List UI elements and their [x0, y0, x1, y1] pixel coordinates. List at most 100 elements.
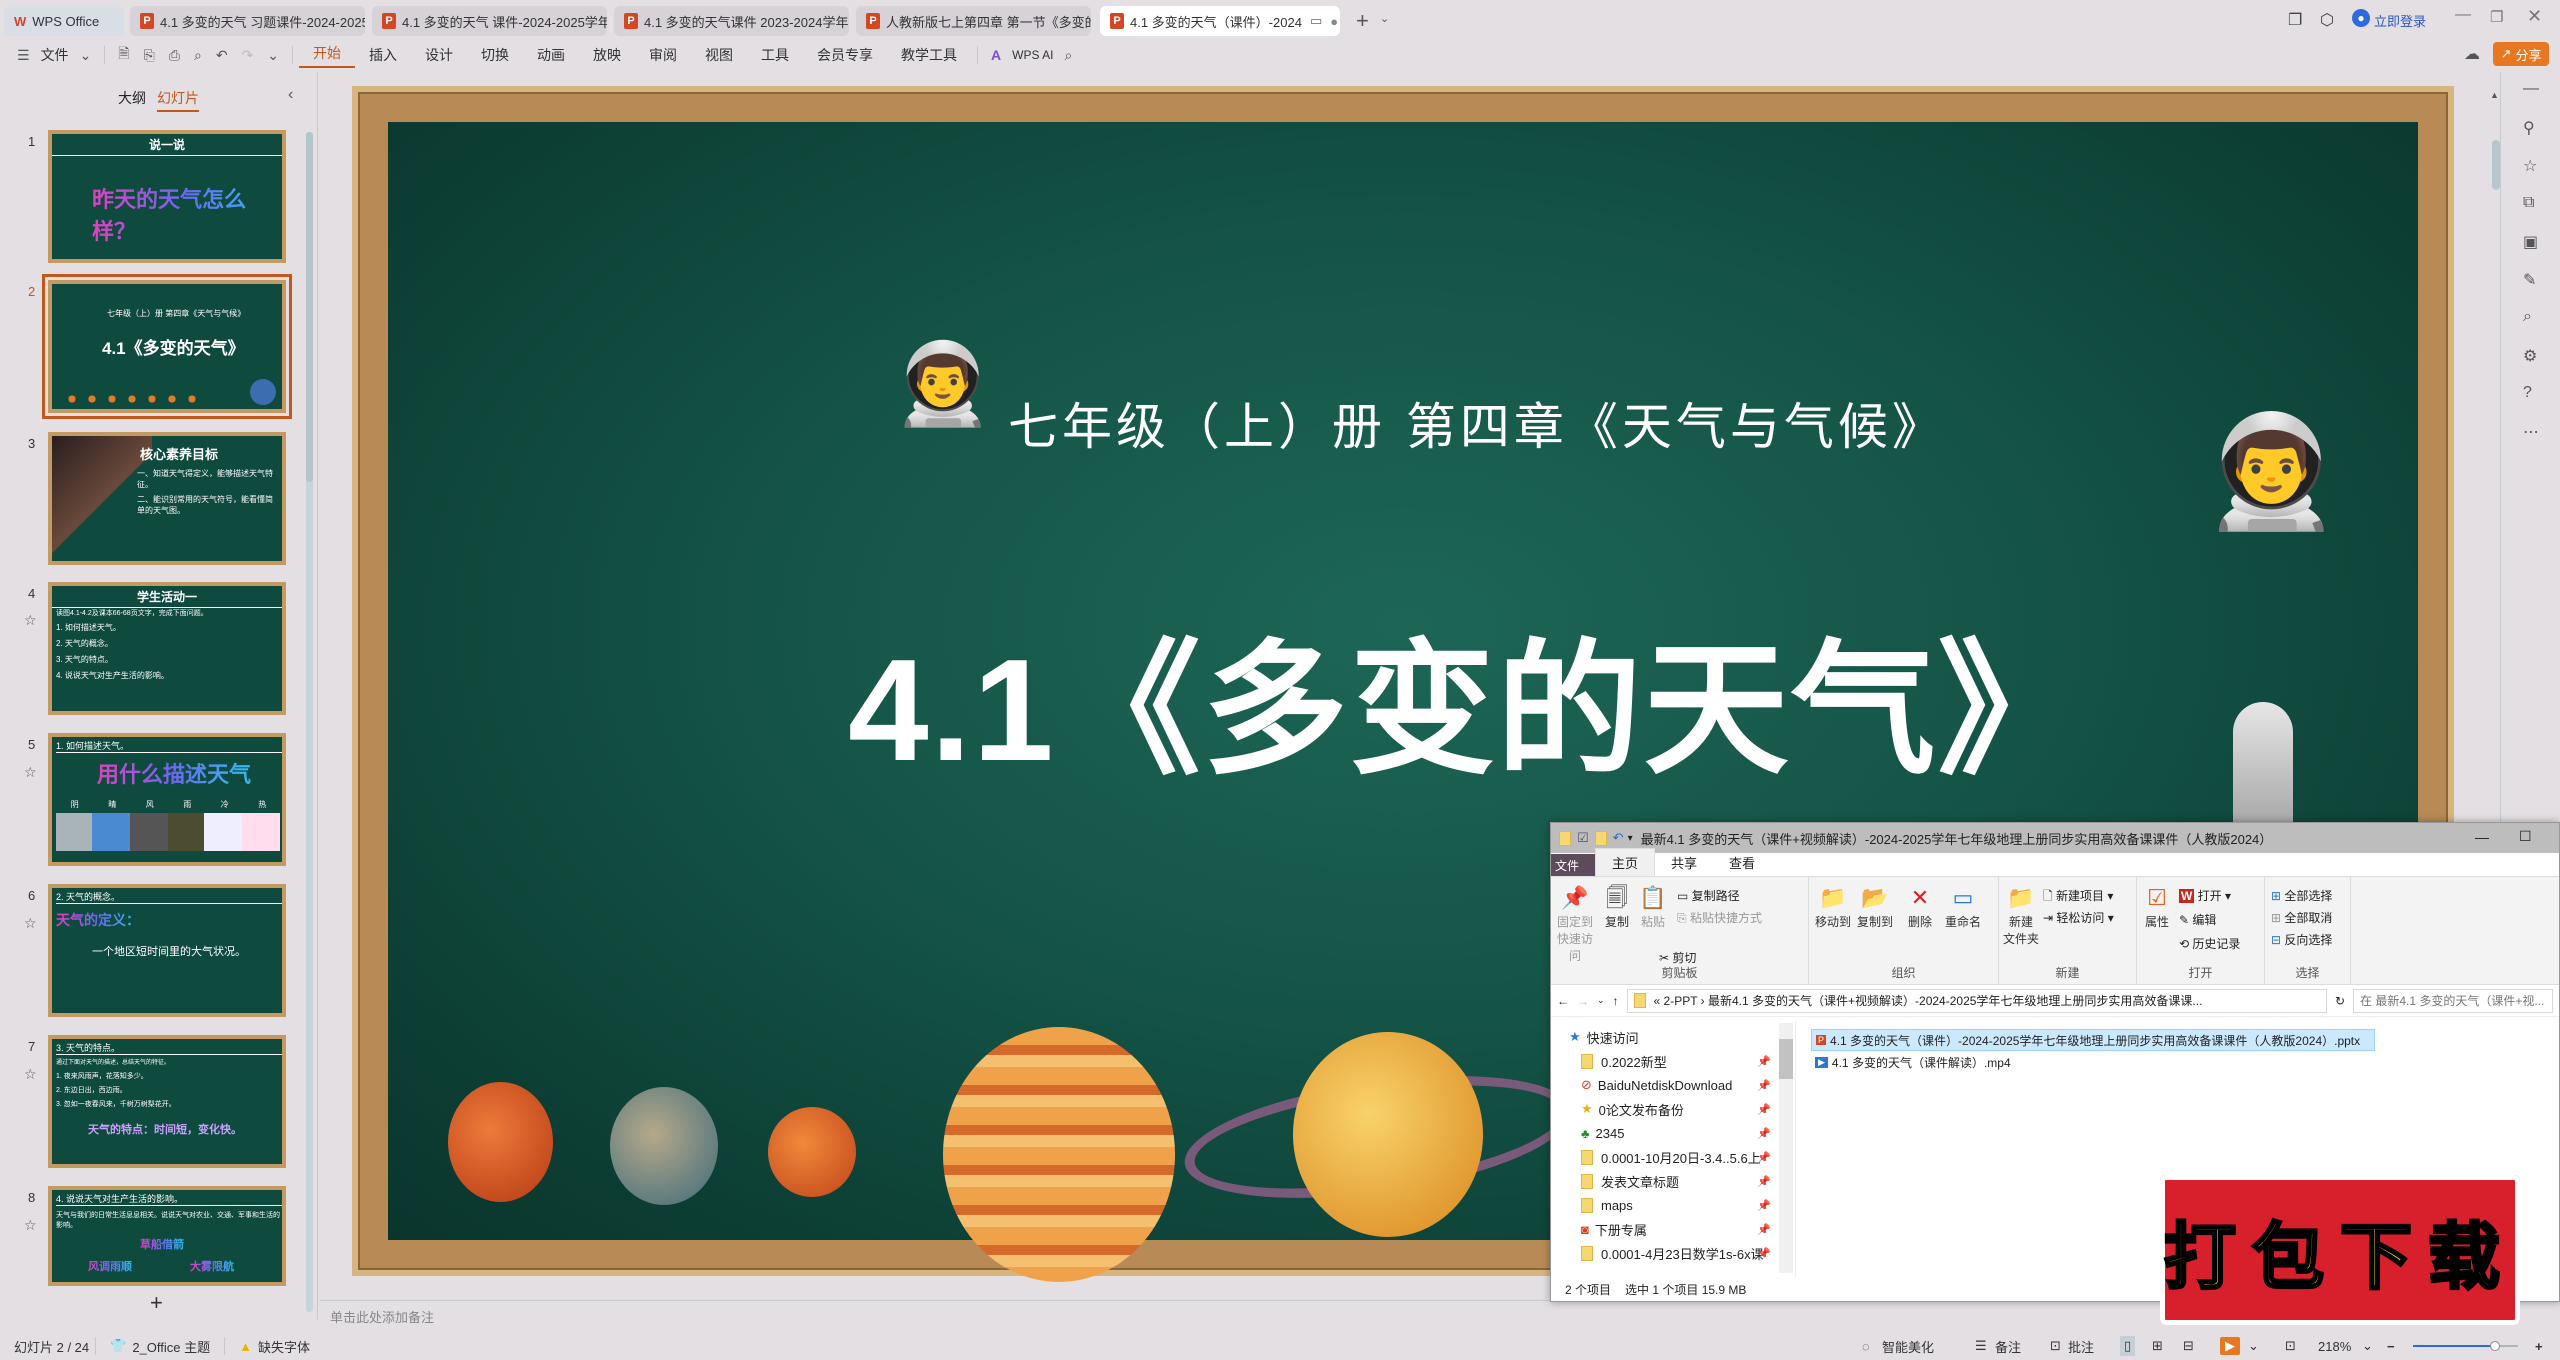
search-icon[interactable]: ⌕ [1057, 47, 1079, 64]
theme-icon[interactable]: ⚙ [2523, 346, 2537, 366]
ribbon-tab-home[interactable]: 开始 [299, 43, 356, 68]
ribbon-tab-review[interactable]: 审阅 [635, 45, 691, 65]
rename-button[interactable]: ▭ 重命名 [1941, 883, 1985, 930]
reading-view-icon[interactable]: ⊟ [2183, 1338, 2194, 1354]
open-button[interactable]: W 打开 ▾ [2179, 887, 2231, 904]
theme-name[interactable]: 2_Office 主题 [132, 1337, 210, 1356]
ribbon-tab-view[interactable]: 视图 [691, 45, 747, 65]
nav-item[interactable]: 0.0001-4月23日数学1s-6x课 📌 [1551, 1241, 1795, 1265]
forward-icon[interactable]: → [1577, 994, 1589, 1008]
copy-path-button[interactable]: ▭ 复制路径 [1677, 887, 1740, 904]
invert-selection-button[interactable]: ⊟ 反向选择 [2271, 931, 2332, 948]
ribbon-tab-transition[interactable]: 切换 [467, 45, 523, 65]
reading-icon[interactable]: ⌕ [2523, 308, 2532, 326]
missing-font-button[interactable]: 缺失字体 [258, 1337, 310, 1356]
search-input[interactable]: 在 最新4.1 多变的天气（课件+视... [2353, 988, 2553, 1013]
explorer-tab-home[interactable]: 主页 [1595, 848, 1656, 876]
export-icon[interactable]: ⎘ [137, 47, 162, 64]
nav-item[interactable]: ⊘ BaiduNetdiskDownload 📌 [1551, 1073, 1795, 1097]
user-avatar-icon[interactable]: ● [2352, 9, 2370, 27]
undo-icon[interactable]: ↶ [1613, 830, 1624, 846]
ribbon-tab-animation[interactable]: 动画 [523, 45, 579, 65]
print-icon[interactable]: ⎙ [162, 47, 187, 64]
download-package-banner[interactable]: 打包下载 [2160, 1175, 2520, 1325]
outline-tab[interactable]: 大纲 [118, 88, 146, 108]
chevron-down-icon[interactable]: ⌄ [73, 47, 99, 64]
nav-item[interactable]: 0.0001-10月20日-3.4..5.6上 📌 [1551, 1145, 1795, 1169]
paste-button[interactable]: 📋 粘贴 [1637, 883, 1669, 930]
help-icon[interactable]: ? [2523, 384, 2532, 402]
undo-icon[interactable]: ↶ [209, 47, 235, 64]
move-to-button[interactable]: 📁 移动到 [1813, 883, 1853, 930]
new-tab-icon[interactable]: + [1356, 8, 1369, 34]
zoom-chevron-icon[interactable]: ⌄ [2362, 1338, 2373, 1354]
slides-tab[interactable]: 幻灯片 [157, 88, 199, 112]
pin-quick-access-button[interactable]: 📌 固定到快速访问 [1555, 883, 1595, 964]
recent-icon[interactable]: ⌄ [1597, 995, 1605, 1006]
menu-icon[interactable]: ☰ [10, 47, 37, 64]
zoom-slider[interactable] [2413, 1341, 2518, 1351]
restore-icon[interactable]: ❐ [2490, 8, 2503, 26]
address-bar[interactable]: « 2-PPT › 最新4.1 多变的天气（课件+视频解读）-2024-2025… [1626, 988, 2327, 1013]
explorer-tab-share[interactable]: 共享 [1655, 849, 1713, 876]
nav-item[interactable]: ◙ 下册专属 📌 [1551, 1217, 1795, 1241]
ribbon-tab-teaching[interactable]: 教学工具 [887, 45, 971, 65]
properties-qa-icon[interactable]: ☑ [1577, 830, 1589, 846]
slide-thumbnail-2[interactable]: 七年级（上）册 第四章《天气与气候》 4.1《多变的天气》 [42, 274, 292, 419]
edit-button[interactable]: ✎ 编辑 [2179, 911, 2216, 928]
minimize-icon[interactable]: — [2455, 6, 2471, 24]
beautify-button[interactable]: 智能美化 [1882, 1337, 1934, 1356]
scroll-up-icon[interactable]: ▲ [2490, 90, 2499, 100]
comment-button[interactable]: 批注 [2068, 1337, 2094, 1356]
document-tab[interactable]: P 4.1 多变的天气课件 2023-2024学年 [614, 6, 849, 36]
new-folder-button[interactable]: 📁 新建 文件夹 [2003, 883, 2039, 947]
minimize-pane-icon[interactable]: — [2523, 80, 2539, 98]
notes-field[interactable]: 单击此处添加备注 [320, 1300, 2480, 1328]
nav-item[interactable]: maps 📌 [1551, 1193, 1795, 1217]
nav-item[interactable]: ♣ 2345 📌 [1551, 1121, 1795, 1145]
cube-icon[interactable]: ⬡ [2320, 10, 2334, 30]
more-chevron-icon[interactable]: ⌄ [260, 47, 286, 64]
slide-thumbnail-3[interactable]: 核心素养目标 一、知道天气得定义，能够描述天气特征。 二、能识别常用的天气符号，… [48, 432, 286, 565]
play-button[interactable]: ▶ [2220, 1337, 2240, 1355]
nav-item[interactable]: ★ 0论文发布备份 📌 [1551, 1097, 1795, 1121]
print-preview-icon[interactable]: ⌕ [187, 47, 209, 64]
share-button[interactable]: ↗ 分享 [2493, 42, 2549, 66]
nav-item[interactable]: 发表文章标题 📌 [1551, 1169, 1795, 1193]
history-button[interactable]: ⟲ 历史记录 [2179, 935, 2240, 952]
slide-title[interactable]: 4.1《多变的天气》 [848, 592, 2085, 802]
play-chevron-icon[interactable]: ⌄ [2248, 1338, 2259, 1354]
minimize-icon[interactable]: — [2475, 829, 2489, 845]
explorer-tab-view[interactable]: 查看 [1713, 849, 1771, 876]
fit-icon[interactable]: ⊡ [2285, 1338, 2296, 1354]
slide-thumbnail-4[interactable]: 学生活动一 读图4.1-4.2及课本66-68页文字，完成下面问题。 1. 如何… [48, 582, 286, 715]
star-icon[interactable]: ☆ [24, 1066, 37, 1083]
slide-scrollbar[interactable] [2492, 140, 2500, 190]
slide-thumbnail-1[interactable]: 说一说 昨天的天气怎么样？ [48, 130, 286, 263]
add-slide-button[interactable]: + [150, 1290, 163, 1316]
panel-scrollbar[interactable] [306, 132, 313, 1312]
design-icon[interactable]: ▣ [2523, 232, 2538, 252]
ribbon-tab-slideshow[interactable]: 放映 [579, 45, 635, 65]
slide-thumbnail-7[interactable]: 3. 天气的特点。 通过下面对天气的描述，总结天气的特征。 1. 夜来风雨声，花… [48, 1035, 286, 1168]
ribbon-tab-insert[interactable]: 插入 [355, 45, 411, 65]
new-folder-qa-icon[interactable] [1594, 830, 1607, 846]
wps-ai-button[interactable]: WPS AI [1008, 48, 1057, 62]
document-tab-active[interactable]: P 4.1 多变的天气（课件）-2024 ▭ ● [1100, 6, 1340, 36]
file-menu[interactable]: 文件 [37, 45, 73, 65]
magic-wand-icon[interactable]: ✎ [2523, 270, 2536, 290]
cloud-upload-icon[interactable]: ☁ [2464, 44, 2480, 64]
maximize-icon[interactable]: ☐ [2519, 828, 2532, 845]
delete-button[interactable]: ✕ 删除 [1903, 883, 1937, 930]
nav-item[interactable]: 0.2022新型 📌 [1551, 1049, 1795, 1073]
transition-icon[interactable]: ⧉ [2523, 194, 2534, 212]
document-tab[interactable]: P 人教新版七上第四章 第一节《多变的 [856, 6, 1091, 36]
new-item-button[interactable]: 🗋 新建项目 ▾ [2043, 887, 2113, 908]
animation-star-icon[interactable]: ☆ [2523, 156, 2537, 176]
properties-button[interactable]: ☑ 属性 [2141, 883, 2173, 930]
ribbon-tab-member[interactable]: 会员专享 [803, 45, 887, 65]
nav-item[interactable]: ★ 快速访问 [1551, 1025, 1795, 1049]
save-icon[interactable]: 🗎 [111, 43, 136, 67]
zoom-in-button[interactable]: + [2535, 1339, 2543, 1354]
document-tab[interactable]: P 4.1 多变的天气 课件-2024-2025学年 [372, 6, 607, 36]
